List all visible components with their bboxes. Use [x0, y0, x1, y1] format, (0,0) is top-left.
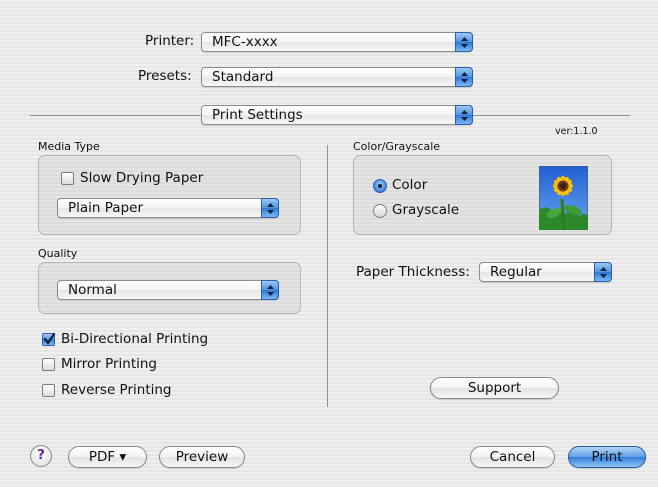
grayscale-radio[interactable] — [373, 204, 387, 218]
media-type-title: Media Type — [38, 140, 100, 153]
cancel-button[interactable]: Cancel — [470, 446, 555, 468]
preview-button[interactable]: Preview — [159, 446, 245, 468]
version-text: ver:1.1.0 — [555, 126, 598, 137]
printer-label: Printer: — [145, 33, 195, 49]
pdf-button[interactable]: PDF ▾ — [68, 446, 147, 468]
quality-title: Quality — [38, 247, 78, 260]
printer-popup[interactable]: MFC-xxxx — [201, 32, 473, 52]
support-button[interactable]: Support — [430, 377, 559, 399]
grayscale-label: Grayscale — [392, 202, 460, 218]
slow-drying-checkbox[interactable] — [61, 172, 74, 185]
paper-thickness-label: Paper Thickness: — [356, 264, 470, 280]
mirror-label: Mirror Printing — [61, 356, 157, 372]
updown-arrows-icon — [261, 280, 279, 300]
presets-label: Presets: — [138, 68, 192, 84]
panel-popup[interactable]: Print Settings — [201, 105, 473, 125]
bidirectional-label: Bi-Directional Printing — [61, 331, 209, 347]
reverse-label: Reverse Printing — [61, 382, 172, 398]
bidirectional-checkbox[interactable] — [42, 332, 56, 346]
updown-arrows-icon — [455, 67, 473, 87]
quality-value: Normal — [68, 282, 117, 298]
mirror-checkbox[interactable] — [42, 358, 55, 371]
sunflower-image — [538, 165, 589, 231]
color-label: Color — [392, 177, 428, 193]
updown-arrows-icon — [455, 105, 473, 125]
media-value: Plain Paper — [68, 200, 143, 216]
presets-value: Standard — [212, 69, 274, 85]
media-popup[interactable]: Plain Paper — [57, 198, 279, 218]
color-grayscale-title: Color/Grayscale — [353, 140, 441, 153]
media-type-group — [38, 155, 301, 235]
presets-popup[interactable]: Standard — [201, 67, 473, 87]
updown-arrows-icon — [594, 262, 612, 282]
updown-arrows-icon — [261, 198, 279, 218]
column-divider — [327, 145, 328, 407]
paper-thickness-popup[interactable]: Regular — [479, 262, 612, 282]
checkmark-icon — [43, 332, 56, 345]
updown-arrows-icon — [455, 32, 473, 52]
reverse-checkbox[interactable] — [42, 384, 55, 397]
slow-drying-label: Slow Drying Paper — [80, 170, 204, 186]
quality-popup[interactable]: Normal — [57, 280, 279, 300]
panel-value: Print Settings — [212, 107, 303, 123]
question-mark-icon[interactable]: ? — [30, 445, 52, 467]
color-radio[interactable] — [373, 179, 387, 193]
printer-value: MFC-xxxx — [212, 34, 278, 50]
print-button[interactable]: Print — [568, 446, 646, 468]
paper-thickness-value: Regular — [490, 264, 542, 280]
